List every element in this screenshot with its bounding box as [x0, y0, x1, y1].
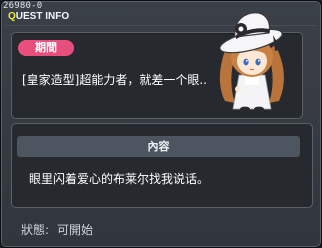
- quest-name: [皇家造型]超能力者，就差一个眼..: [22, 73, 207, 87]
- content-panel: 內容 眼里闪着爱心的布莱尔找我说话。: [11, 123, 313, 208]
- window-title: QUEST INFO: [8, 11, 69, 22]
- quest-description: 眼里闪着爱心的布莱尔找我说话。: [29, 172, 210, 186]
- window-title-initial: Q: [8, 11, 16, 22]
- period-badge: 期間: [18, 40, 74, 56]
- window-title-rest: UEST INFO: [15, 11, 70, 22]
- npc-portrait-icon: [205, 5, 301, 113]
- quest-id: 26980-0: [3, 1, 43, 11]
- quest-status: 狀態: 可開始: [21, 221, 93, 238]
- status-label: 狀態:: [21, 223, 50, 237]
- content-header: 內容: [17, 136, 300, 157]
- quest-info-window: 26980-0 QUEST INFO 期間 [皇家造型]超能力者，就差一个眼..: [0, 0, 322, 248]
- status-value: 可開始: [57, 223, 94, 237]
